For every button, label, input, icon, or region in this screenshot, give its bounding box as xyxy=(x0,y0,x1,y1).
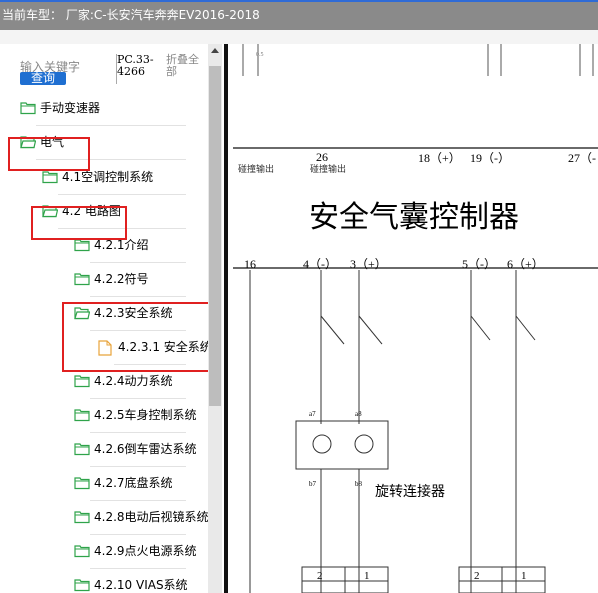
tree-item-power-mirror-system[interactable]: 4.2.8电动后视镜系统 xyxy=(74,507,209,527)
pin-3: 3（+） xyxy=(350,257,387,271)
folder-icon xyxy=(74,442,90,456)
wire-gauge-label: 0.5 xyxy=(256,52,264,58)
pin-4: 4（-） xyxy=(303,257,337,271)
search-button[interactable]: 查询 xyxy=(20,72,66,85)
tree-row-divider xyxy=(90,466,186,467)
wiring-diagram: 0.5 26 18（+） 19（-） 27（- 碰撞输出 碰撞输出 安全气囊控制… xyxy=(233,44,598,593)
pin-b7: b7 xyxy=(309,480,317,488)
scroll-thumb[interactable] xyxy=(209,66,221,406)
folder-icon xyxy=(74,374,90,388)
tree-row-divider xyxy=(90,398,186,399)
folder-icon xyxy=(42,170,58,184)
tree-item-manual-transmission[interactable]: 手动变速器 xyxy=(20,98,208,118)
box-pin-1b: 1 xyxy=(521,570,527,582)
pin-6: 6（+） xyxy=(507,257,544,271)
folder-icon xyxy=(74,272,90,286)
box-pin-2: 2 xyxy=(317,570,323,582)
highlight-box xyxy=(8,137,90,171)
pin-19: 19（-） xyxy=(470,151,510,165)
document-code: PC.33-4266 xyxy=(117,53,154,78)
tree-item-body-control-system[interactable]: 4.2.5车身控制系统 xyxy=(74,405,208,425)
tree-item-parking-radar-system[interactable]: 4.2.6倒车雷达系统 xyxy=(74,439,208,459)
tree-item-label: 4.2.6倒车雷达系统 xyxy=(94,442,197,456)
title-bar: 当前车型： 厂家:C-长安汽车奔奔EV2016-2018 xyxy=(0,0,598,30)
clockspring-label: 旋转连接器 xyxy=(375,483,445,500)
tree-row-divider xyxy=(90,296,186,297)
pin-16: 16 xyxy=(244,257,256,271)
collapse-all-button[interactable]: 折叠全部 xyxy=(166,54,206,78)
tree-item-label: 4.2.10 VIAS系统 xyxy=(94,578,188,592)
box-pin-2b: 2 xyxy=(474,570,480,582)
pin-a7: a7 xyxy=(309,410,316,418)
tree-item-ignition-power-system[interactable]: 4.2.9点火电源系统 xyxy=(74,541,208,561)
tree-row-divider xyxy=(36,125,186,126)
tree-row-divider xyxy=(90,432,186,433)
box-pin-1: 1 xyxy=(364,570,370,582)
folder-icon xyxy=(74,510,90,524)
tree-item-label: 4.2.4动力系统 xyxy=(94,374,173,388)
tree-row-divider xyxy=(90,262,186,263)
folder-icon xyxy=(74,408,90,422)
pin-5: 5（-） xyxy=(462,257,496,271)
pin-27: 27（- xyxy=(568,151,596,165)
folder-icon xyxy=(74,476,90,490)
tree-item-label: 4.2.8电动后视镜系统 xyxy=(94,510,209,524)
tree-item-label: 手动变速器 xyxy=(40,101,101,115)
folder-icon xyxy=(74,238,90,252)
pin-26: 26 xyxy=(316,150,328,164)
folder-icon xyxy=(74,544,90,558)
highlight-box xyxy=(31,206,127,240)
tree-scrollbar[interactable] xyxy=(208,44,222,593)
pin-a8: a8 xyxy=(355,410,362,418)
folder-icon xyxy=(74,578,90,592)
tree-item-vias-system[interactable]: 4.2.10 VIAS系统 xyxy=(74,575,208,593)
tree-row-divider xyxy=(90,568,186,569)
tree-item-label: 4.2.5车身控制系统 xyxy=(94,408,197,422)
toolbar-gap xyxy=(0,30,598,44)
crash-output-label: 碰撞输出 xyxy=(238,163,274,174)
tree-item-powertrain-system[interactable]: 4.2.4动力系统 xyxy=(74,371,208,391)
scroll-up-icon[interactable] xyxy=(211,48,219,53)
tree-item-chassis-system[interactable]: 4.2.7底盘系统 xyxy=(74,473,208,493)
tree-row-divider xyxy=(58,194,186,195)
tree-item-label: 4.2.9点火电源系统 xyxy=(94,544,197,558)
tree-row-divider xyxy=(90,534,186,535)
title-bar-accent xyxy=(0,0,598,2)
folder-icon xyxy=(20,101,36,115)
tree-row-divider xyxy=(90,500,186,501)
tree-item-symbols[interactable]: 4.2.2符号 xyxy=(74,269,208,289)
pin-18: 18（+） xyxy=(418,151,461,165)
current-vehicle-title: 当前车型： 厂家:C-长安汽车奔奔EV2016-2018 xyxy=(2,8,260,22)
highlight-box xyxy=(62,302,216,372)
tree-item-label: 4.2.7底盘系统 xyxy=(94,476,173,490)
diagram-title: 安全气囊控制器 xyxy=(309,201,519,234)
navigation-panel: 输入关键字 查询 PC.33-4266 折叠全部 手动变速器 电气 4.1空调控制系… xyxy=(0,44,224,593)
wiring-diagram-panel: 0.5 26 18（+） 19（-） 27（- 碰撞输出 碰撞输出 安全气囊控制… xyxy=(228,44,598,593)
tree-item-label: 4.2.2符号 xyxy=(94,272,149,286)
crash-output-label-2: 碰撞输出 xyxy=(310,163,346,174)
